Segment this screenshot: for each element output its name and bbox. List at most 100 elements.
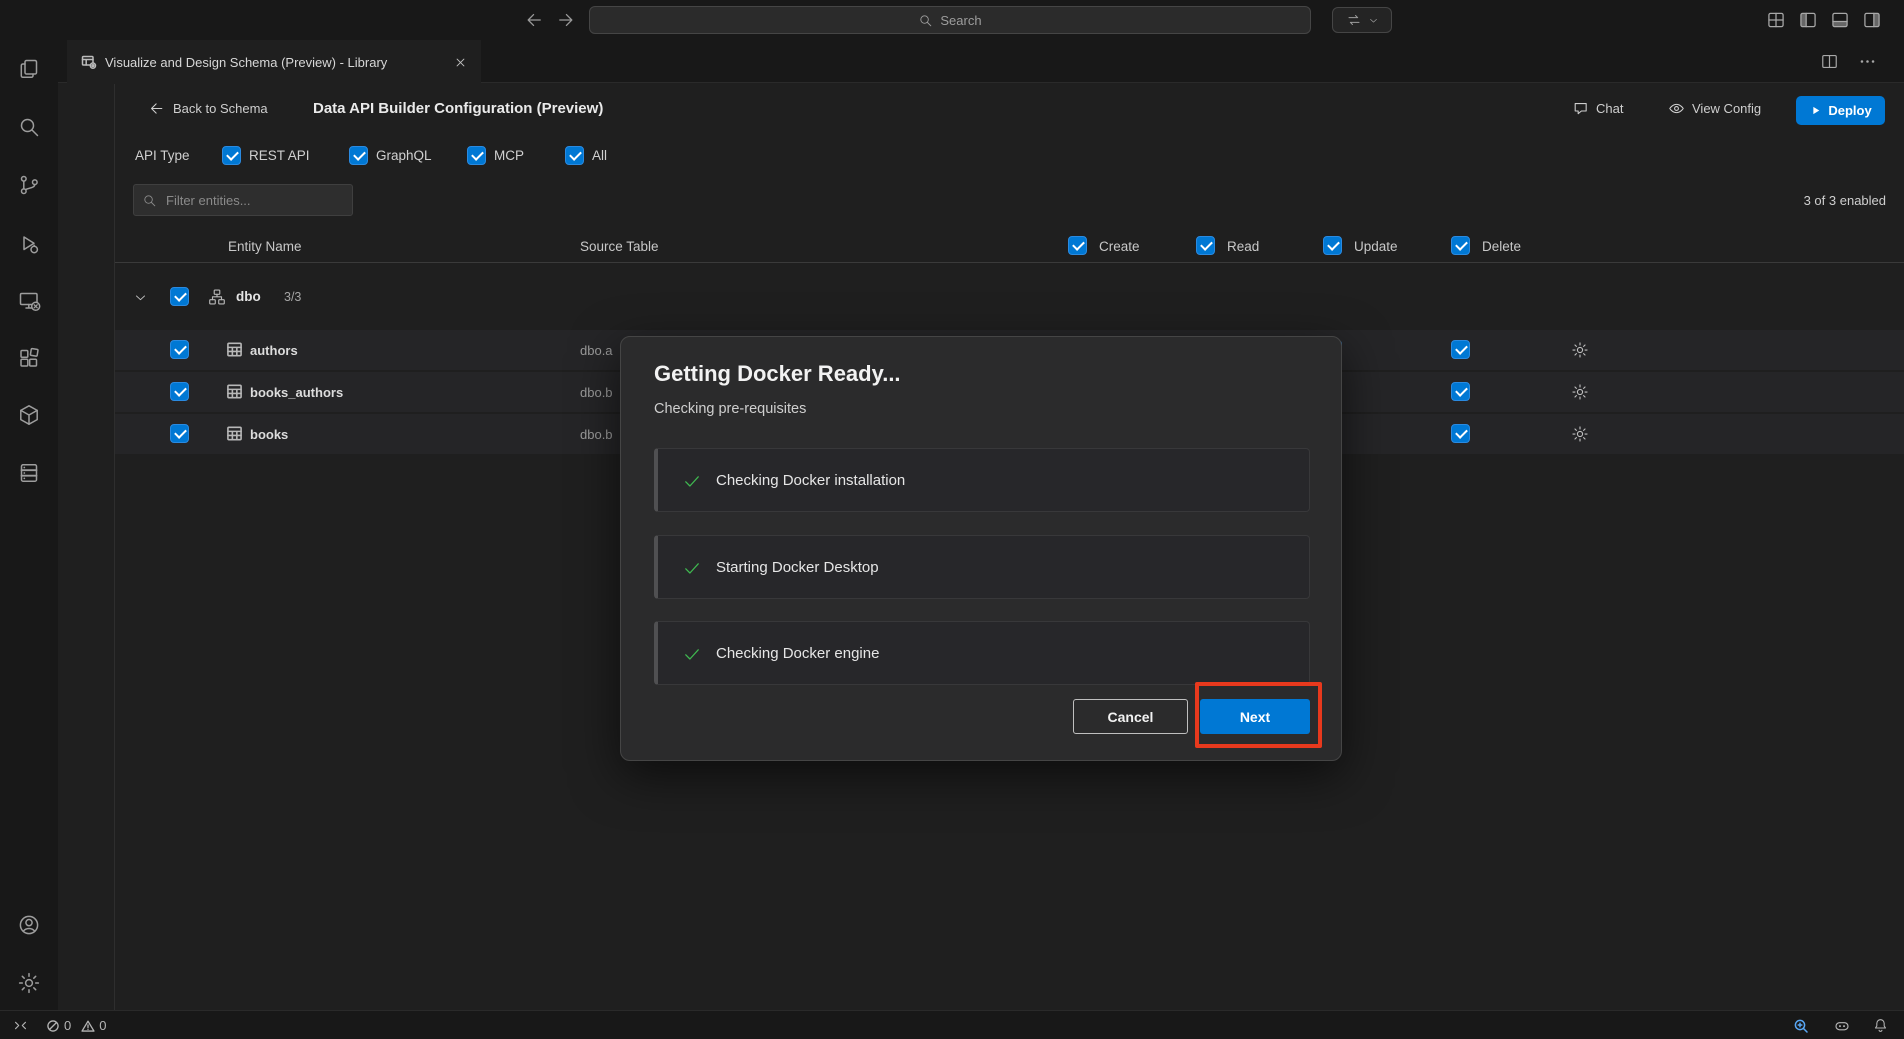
delete-checkbox[interactable] — [1451, 382, 1470, 401]
problems-indicator[interactable]: 0 0 — [46, 1011, 106, 1039]
step-label: Checking Docker installation — [716, 472, 905, 489]
zoom-magnifier-icon — [1793, 1018, 1809, 1034]
search-placeholder: Search — [940, 13, 981, 28]
back-to-schema-button[interactable]: Back to Schema — [148, 100, 268, 117]
status-bar: 0 0 — [0, 1010, 1904, 1039]
play-icon — [1809, 104, 1822, 117]
graphql-checkbox[interactable] — [349, 146, 368, 165]
group-name: dbo — [236, 289, 261, 304]
activity-remote-explorer[interactable] — [17, 289, 41, 313]
tab-title: Visualize and Design Schema (Preview) - … — [105, 55, 443, 70]
tab-strip: Visualize and Design Schema (Preview) - … — [58, 40, 1904, 83]
chat-button[interactable]: Chat — [1572, 100, 1623, 117]
cancel-button[interactable]: Cancel — [1073, 699, 1188, 734]
rest-api-checkbox[interactable] — [222, 146, 241, 165]
mcp-checkbox[interactable] — [467, 146, 486, 165]
nav-back-button[interactable] — [524, 10, 544, 30]
tab-visualize-design-schema[interactable]: Visualize and Design Schema (Preview) - … — [67, 40, 481, 84]
view-config-label: View Config — [1692, 101, 1761, 116]
activity-containers[interactable] — [17, 403, 41, 427]
nav-forward-button[interactable] — [556, 10, 576, 30]
activity-settings[interactable] — [17, 971, 41, 995]
create-all-checkbox[interactable] — [1068, 236, 1087, 255]
activity-account[interactable] — [17, 913, 41, 937]
panel-right-icon — [1862, 10, 1882, 30]
entity-checkbox[interactable] — [170, 340, 189, 359]
org-chart-icon — [208, 288, 226, 306]
layout-grid-icon — [1766, 10, 1786, 30]
copilot-icon — [1833, 1017, 1851, 1035]
toggle-panel-button[interactable] — [1830, 10, 1850, 30]
docker-ready-dialog: Getting Docker Ready... Checking pre-req… — [620, 336, 1342, 761]
arrow-left-icon — [524, 10, 544, 30]
vscode-window: Search Visualize and Design Schema (Prev… — [0, 0, 1904, 1039]
col-source-table: Source Table — [580, 239, 659, 254]
chevron-down-icon — [1368, 15, 1379, 26]
read-all-checkbox[interactable] — [1196, 236, 1215, 255]
check-icon — [682, 644, 702, 664]
delete-checkbox[interactable] — [1451, 424, 1470, 443]
activity-database-projects[interactable] — [17, 461, 41, 485]
col-delete: Delete — [1482, 239, 1521, 254]
step-label: Checking Docker engine — [716, 645, 879, 662]
activity-explorer[interactable] — [17, 57, 41, 81]
arrow-right-icon — [556, 10, 576, 30]
entity-name: authors — [250, 343, 298, 358]
row-settings-button[interactable] — [1571, 425, 1589, 443]
col-update: Update — [1354, 239, 1398, 254]
graphql-label: GraphQL — [376, 148, 432, 163]
group-checkbox[interactable] — [170, 287, 189, 306]
activity-run-debug[interactable] — [17, 232, 41, 256]
source-table-cell: dbo.b — [580, 427, 613, 442]
remote-icon — [12, 1017, 29, 1034]
row-settings-button[interactable] — [1571, 341, 1589, 359]
entity-checkbox[interactable] — [170, 424, 189, 443]
chat-label: Chat — [1596, 101, 1623, 116]
activity-extensions[interactable] — [17, 346, 41, 370]
dialog-title: Getting Docker Ready... — [654, 361, 901, 387]
entity-checkbox[interactable] — [170, 382, 189, 401]
entity-name: books — [250, 427, 288, 442]
activity-search[interactable] — [17, 115, 41, 139]
copilot-status[interactable] — [1833, 1011, 1851, 1039]
step-card: Checking Docker installation — [654, 448, 1310, 512]
ellipsis-icon — [1858, 52, 1878, 71]
row-settings-button[interactable] — [1571, 383, 1589, 401]
notifications-bell[interactable] — [1872, 1011, 1889, 1039]
all-checkbox[interactable] — [565, 146, 584, 165]
toggle-secondary-sidebar-button[interactable] — [1862, 10, 1882, 30]
explorer-icon — [17, 57, 41, 81]
delete-all-checkbox[interactable] — [1451, 236, 1470, 255]
col-read: Read — [1227, 239, 1259, 254]
account-icon — [17, 913, 41, 937]
all-label: All — [592, 148, 607, 163]
table-grid-icon — [226, 341, 243, 358]
database-icon — [17, 461, 41, 485]
tab-close-button[interactable] — [451, 53, 469, 71]
toggle-sidebar-button[interactable] — [1798, 10, 1818, 30]
dialog-subtitle: Checking pre-requisites — [654, 401, 806, 417]
activity-source-control[interactable] — [17, 173, 41, 197]
delete-checkbox[interactable] — [1451, 340, 1470, 359]
editor-more-actions-button[interactable] — [1858, 52, 1878, 72]
command-center-search[interactable]: Search — [589, 6, 1311, 34]
deploy-button[interactable]: Deploy — [1796, 96, 1885, 125]
view-config-button[interactable]: View Config — [1668, 100, 1761, 117]
warning-triangle-icon — [81, 1019, 95, 1033]
settings-gear-icon — [17, 971, 41, 995]
entities-table-header: Entity Name Source Table Create Read Upd… — [115, 232, 1904, 263]
cancel-label: Cancel — [1108, 709, 1154, 725]
next-button[interactable]: Next — [1200, 699, 1310, 734]
mcp-label: MCP — [494, 148, 524, 163]
update-all-checkbox[interactable] — [1323, 236, 1342, 255]
close-icon — [453, 55, 468, 70]
split-editor-button[interactable] — [1820, 52, 1840, 72]
filter-entities-input[interactable] — [133, 184, 353, 216]
source-control-icon — [17, 173, 41, 197]
customize-layout-button[interactable] — [1766, 10, 1786, 30]
remote-indicator[interactable] — [12, 1011, 29, 1039]
expand-chevron-icon[interactable] — [133, 290, 148, 305]
zoom-indicator[interactable] — [1793, 1011, 1809, 1039]
session-dropdown[interactable] — [1332, 7, 1392, 33]
step-card: Starting Docker Desktop — [654, 535, 1310, 599]
